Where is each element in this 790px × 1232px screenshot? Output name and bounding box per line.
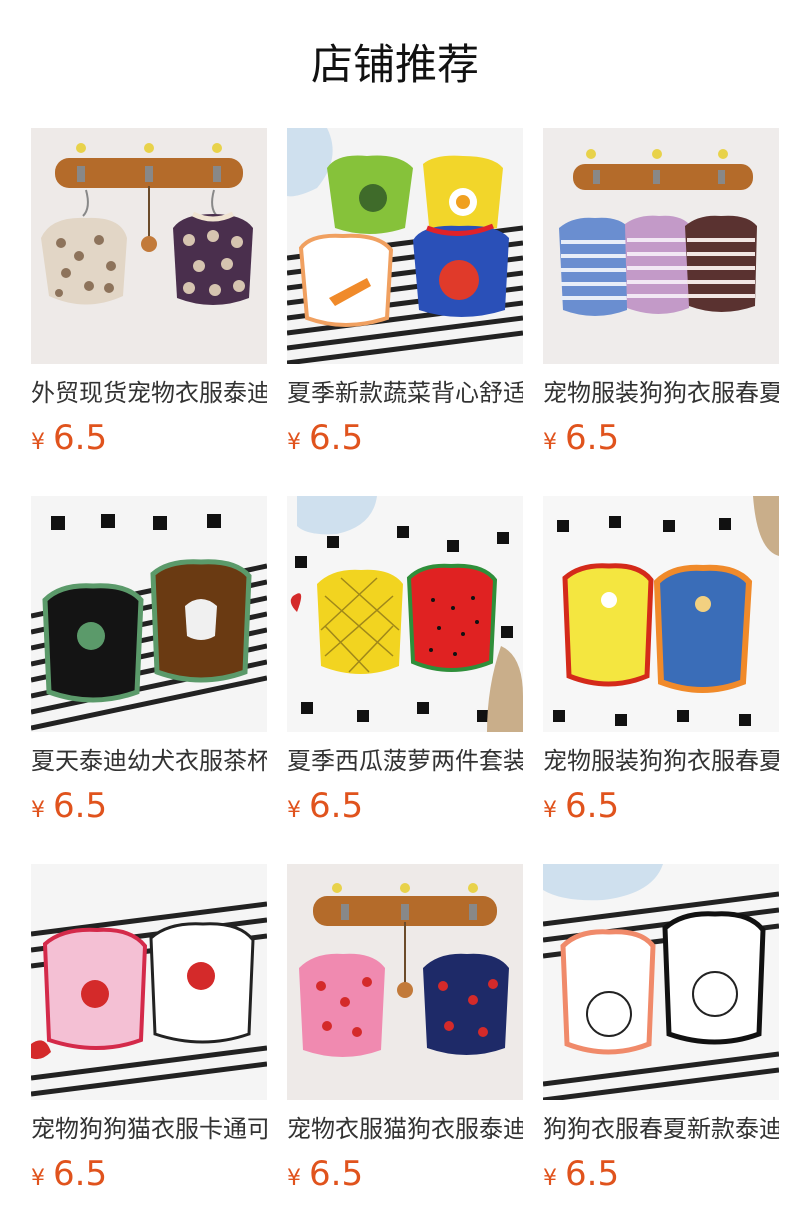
price-value: 6.5	[565, 418, 620, 458]
product-name[interactable]: 宠物服装狗狗衣服春夏	[543, 376, 779, 410]
product-name[interactable]: 夏天泰迪幼犬衣服茶杯	[31, 744, 267, 778]
product-image[interactable]	[31, 864, 267, 1100]
currency-symbol: ¥	[31, 430, 45, 455]
product-price: ¥6.5	[543, 1152, 619, 1196]
product-name[interactable]: 宠物衣服猫狗衣服泰迪	[287, 1112, 523, 1146]
currency-symbol: ¥	[287, 798, 301, 823]
product-image[interactable]	[543, 864, 779, 1100]
product-card[interactable]: 宠物服装狗狗衣服春夏 ¥6.5	[543, 128, 779, 468]
product-image[interactable]	[543, 128, 779, 364]
currency-symbol: ¥	[543, 1166, 557, 1191]
product-price: ¥6.5	[31, 416, 107, 460]
product-card[interactable]: 外贸现货宠物衣服泰迪 ¥6.5	[31, 128, 267, 468]
product-name[interactable]: 狗狗衣服春夏新款泰迪	[543, 1112, 779, 1146]
product-image[interactable]	[287, 128, 523, 364]
product-price: ¥6.5	[287, 416, 363, 460]
product-name[interactable]: 夏季西瓜菠萝两件套装	[287, 744, 523, 778]
currency-symbol: ¥	[31, 1166, 45, 1191]
product-name[interactable]: 宠物服装狗狗衣服春夏	[543, 744, 779, 778]
product-card[interactable]: 夏季西瓜菠萝两件套装 ¥6.5	[287, 496, 523, 836]
product-price: ¥6.5	[31, 1152, 107, 1196]
product-image[interactable]	[287, 496, 523, 732]
product-image[interactable]	[287, 864, 523, 1100]
product-card[interactable]: 宠物狗狗猫衣服卡通可 ¥6.5	[31, 864, 267, 1204]
price-value: 6.5	[53, 418, 108, 458]
product-price: ¥6.5	[31, 784, 107, 828]
product-card[interactable]: 夏季新款蔬菜背心舒适 ¥6.5	[287, 128, 523, 468]
price-value: 6.5	[53, 1154, 108, 1194]
product-name[interactable]: 宠物狗狗猫衣服卡通可	[31, 1112, 267, 1146]
currency-symbol: ¥	[287, 1166, 301, 1191]
product-card[interactable]: 夏天泰迪幼犬衣服茶杯 ¥6.5	[31, 496, 267, 836]
currency-symbol: ¥	[31, 798, 45, 823]
product-price: ¥6.5	[543, 416, 619, 460]
currency-symbol: ¥	[543, 430, 557, 455]
price-value: 6.5	[53, 786, 108, 826]
product-image[interactable]	[543, 496, 779, 732]
price-value: 6.5	[565, 1154, 620, 1194]
currency-symbol: ¥	[543, 798, 557, 823]
price-value: 6.5	[565, 786, 620, 826]
currency-symbol: ¥	[287, 430, 301, 455]
product-name[interactable]: 外贸现货宠物衣服泰迪	[31, 376, 267, 410]
product-price: ¥6.5	[543, 784, 619, 828]
product-image[interactable]	[31, 128, 267, 364]
price-value: 6.5	[309, 1154, 364, 1194]
price-value: 6.5	[309, 418, 364, 458]
product-name[interactable]: 夏季新款蔬菜背心舒适	[287, 376, 523, 410]
page-title: 店铺推荐	[310, 40, 479, 89]
product-card[interactable]: 宠物衣服猫狗衣服泰迪 ¥6.5	[287, 864, 523, 1204]
product-image[interactable]	[31, 496, 267, 732]
product-card[interactable]: 狗狗衣服春夏新款泰迪 ¥6.5	[543, 864, 779, 1204]
page-header: 店铺推荐	[0, 0, 790, 128]
product-price: ¥6.5	[287, 1152, 363, 1196]
price-value: 6.5	[309, 786, 364, 826]
product-price: ¥6.5	[287, 784, 363, 828]
product-card[interactable]: 宠物服装狗狗衣服春夏 ¥6.5	[543, 496, 779, 836]
